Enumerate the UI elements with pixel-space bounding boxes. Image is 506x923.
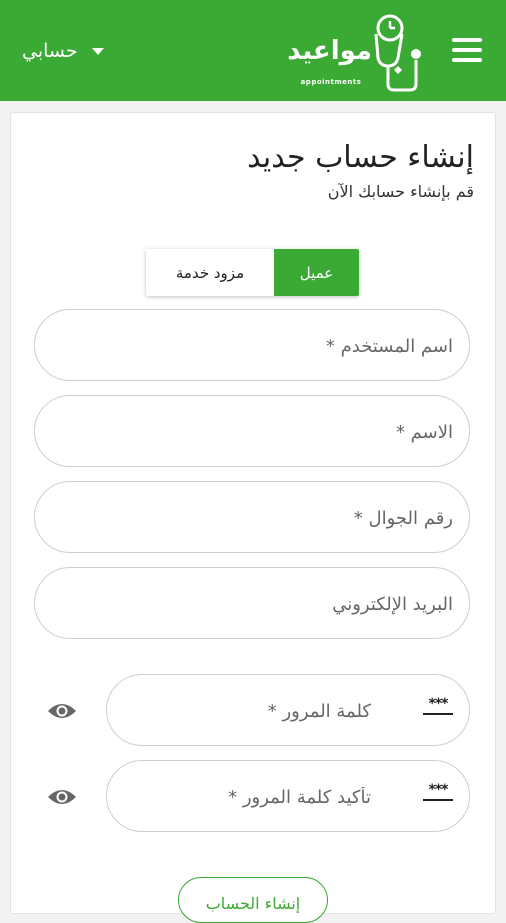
password-dots-icon: *** — [421, 697, 455, 717]
account-type-toggle: مزود خدمة عميل — [146, 249, 359, 296]
account-dropdown[interactable]: حسابي — [22, 40, 104, 62]
confirm-password-input[interactable] — [131, 761, 373, 833]
email-field — [34, 567, 470, 640]
password-field: *** — [106, 674, 470, 747]
confirm-password-field: *** — [106, 760, 470, 833]
username-input[interactable] — [59, 310, 455, 382]
page-subtitle: قم بإنشاء حسابك الآن — [327, 182, 474, 201]
username-field — [34, 309, 470, 382]
password-input[interactable] — [131, 675, 373, 747]
mobile-input[interactable] — [59, 482, 455, 554]
show-password-eye-icon[interactable] — [46, 700, 78, 722]
stethoscope-clock-icon — [374, 14, 421, 92]
confirm-password-dots-icon: *** — [421, 783, 455, 803]
create-account-button[interactable]: إنشاء الحساب — [178, 877, 328, 923]
email-input[interactable] — [59, 568, 455, 640]
mobile-field — [34, 481, 470, 554]
confirm-password-dots: *** — [428, 782, 449, 798]
logo-subtext: appointments — [300, 78, 362, 86]
name-input[interactable] — [59, 396, 455, 468]
logo-text: مواعيد — [287, 36, 372, 66]
password-dots: *** — [428, 696, 449, 712]
name-field — [34, 395, 470, 468]
client-type-button[interactable]: عميل — [274, 249, 359, 296]
account-label: حسابي — [22, 40, 78, 62]
hamburger-menu-icon[interactable] — [452, 38, 482, 64]
caret-down-icon — [91, 47, 104, 55]
show-confirm-password-eye-icon[interactable] — [46, 786, 78, 808]
app-logo[interactable]: مواعيد appointments — [282, 8, 442, 96]
provider-type-button[interactable]: مزود خدمة — [146, 249, 274, 296]
page-title: إنشاء حساب جديد — [247, 140, 474, 175]
top-app-bar: مواعيد appointments حسابي — [0, 0, 506, 101]
